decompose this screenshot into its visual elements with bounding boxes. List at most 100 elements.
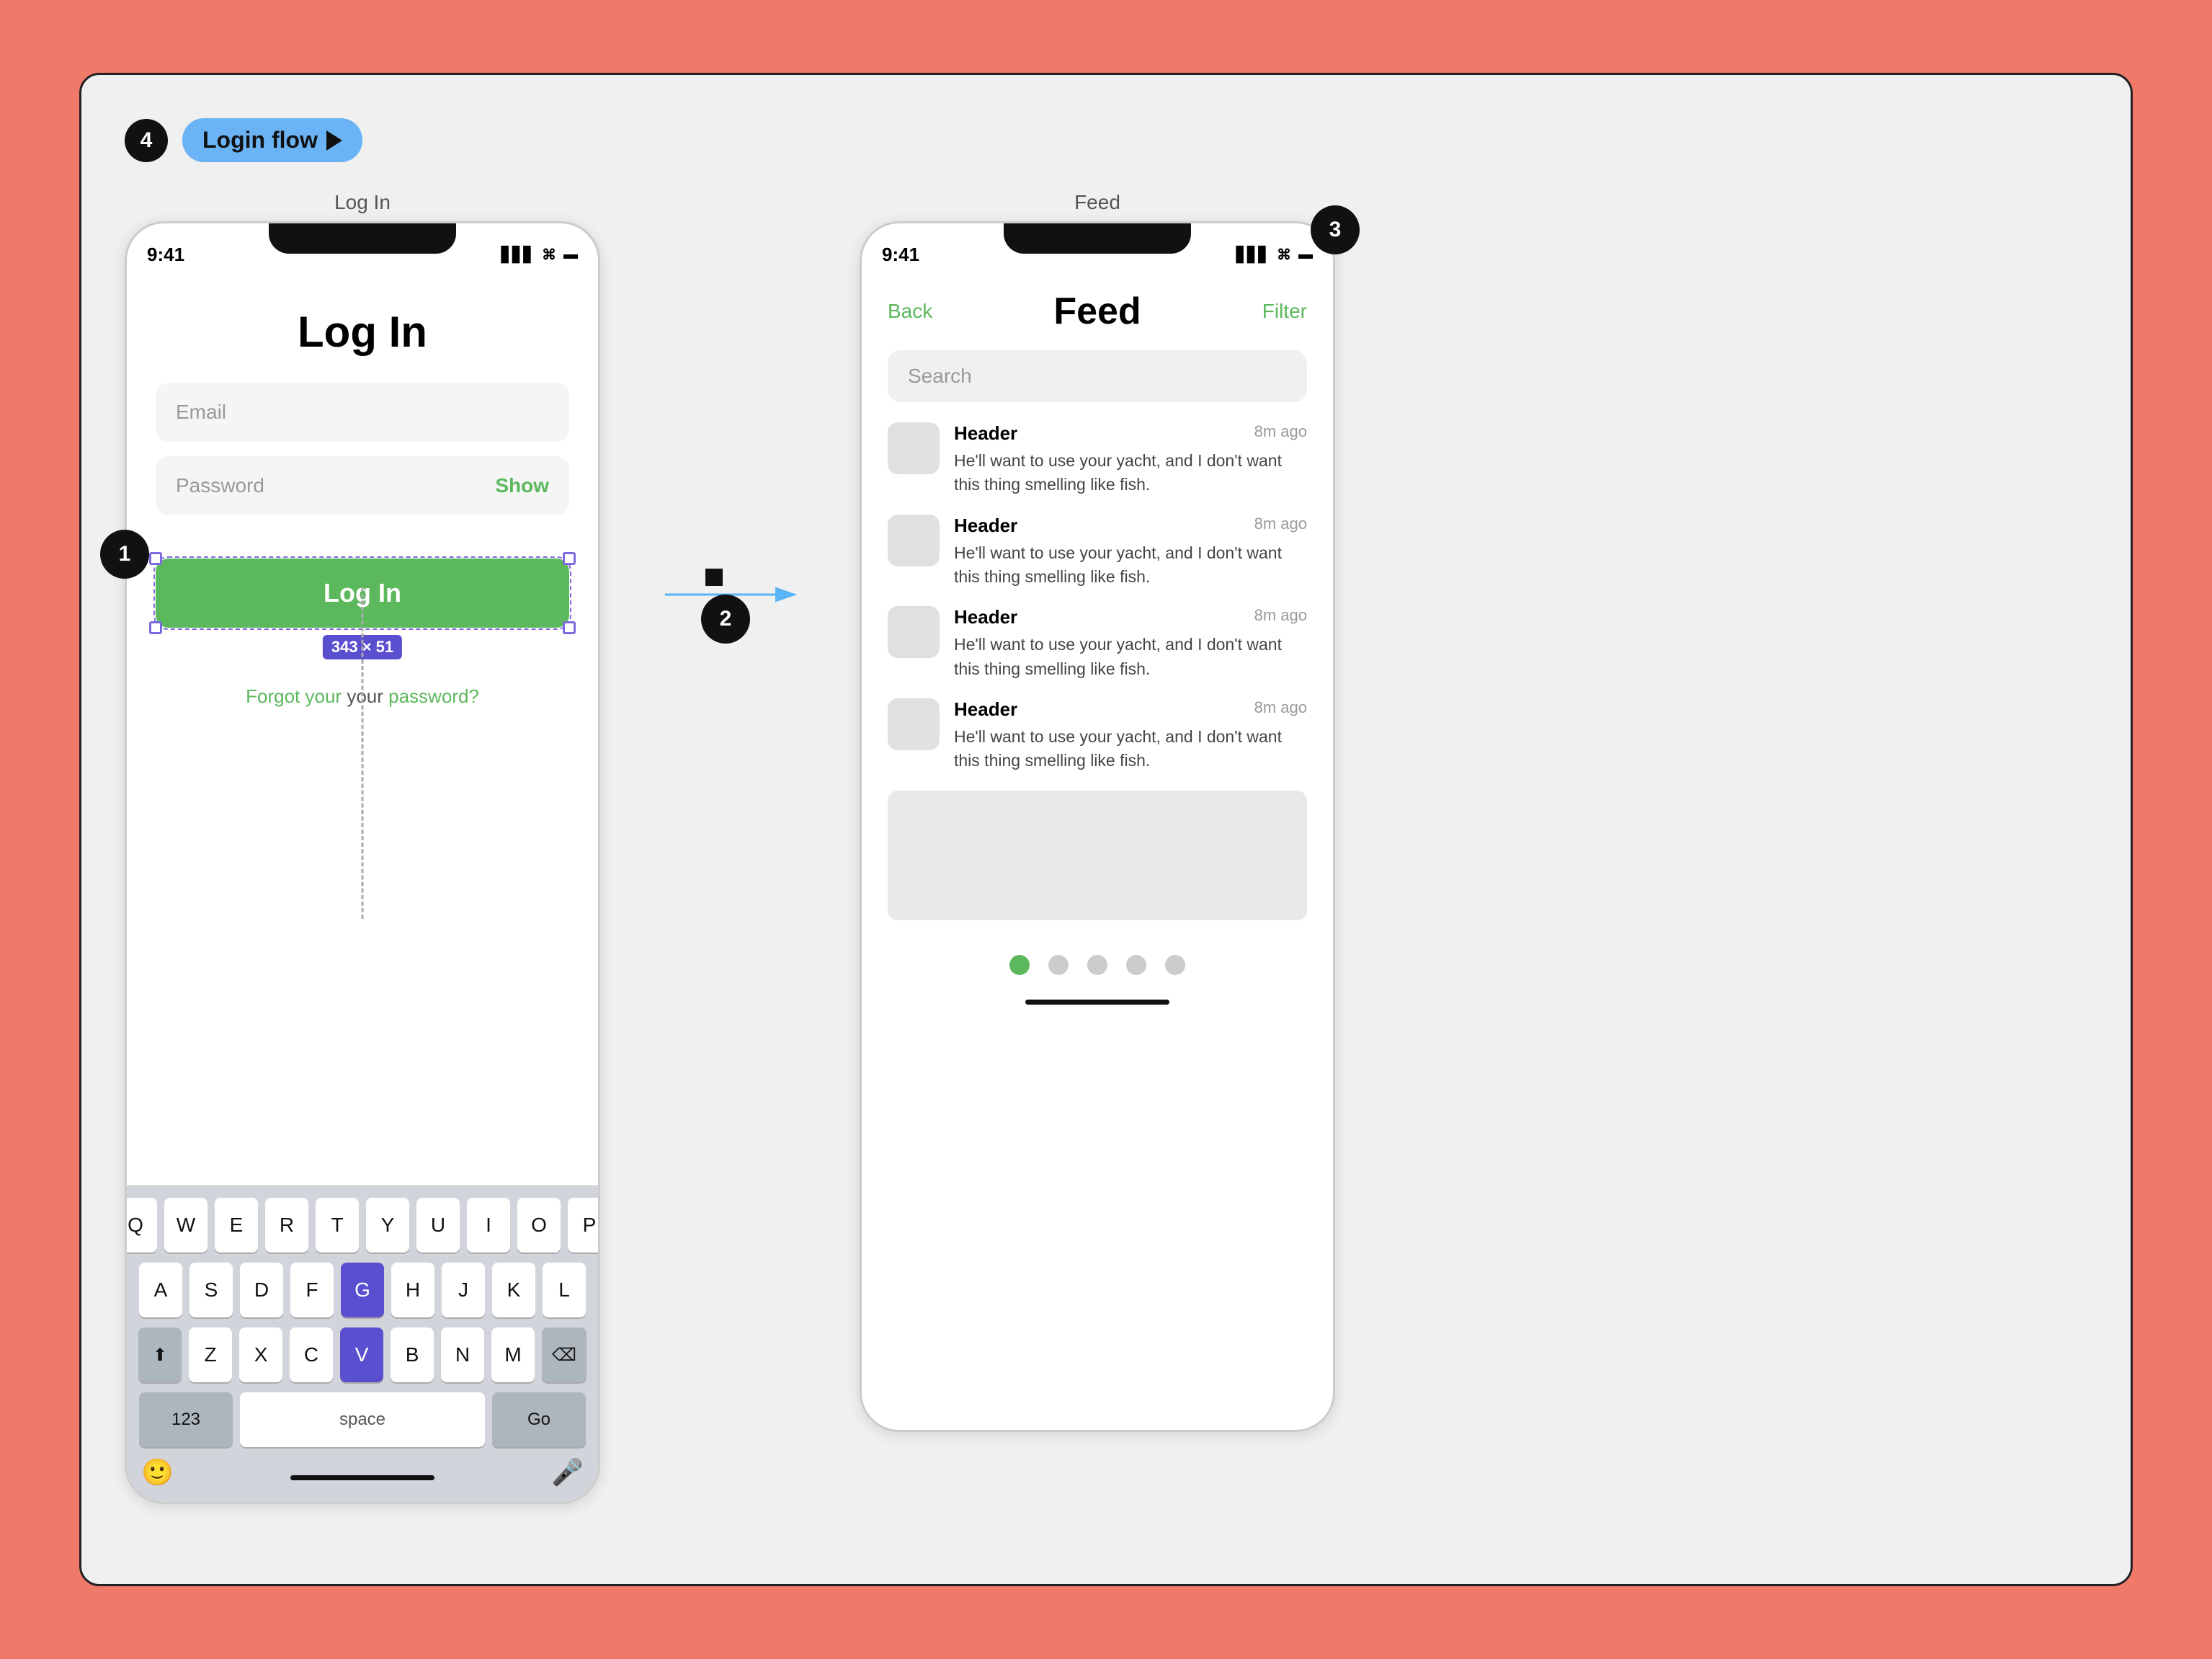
key-m[interactable]: M xyxy=(491,1327,535,1382)
top-bar: 4 Login flow xyxy=(125,118,2087,162)
dot-4[interactable] xyxy=(1126,955,1146,975)
key-123[interactable]: 123 xyxy=(139,1392,233,1447)
feed-phone: 9:41 ▋▋▋ ⌘ ▬ Back Feed Filter xyxy=(860,221,1335,1432)
feed-nav: Back Feed Filter xyxy=(888,290,1307,333)
key-p[interactable]: P xyxy=(568,1198,600,1253)
home-indicator xyxy=(290,1475,434,1480)
badge-1: 1 xyxy=(100,530,149,579)
login-phone-label: Log In xyxy=(125,191,600,214)
wifi-icon-feed: ⌘ xyxy=(1277,246,1291,264)
avatar xyxy=(888,422,940,474)
feed-placeholder xyxy=(888,791,1307,920)
login-phone: 9:41 ▋▋▋ ⌘ ▬ Log In Email xyxy=(125,221,600,1504)
key-o[interactable]: O xyxy=(517,1198,561,1253)
feed-header-row: Header 8m ago xyxy=(954,606,1307,628)
key-b[interactable]: B xyxy=(391,1327,434,1382)
feed-item-body: He'll want to use your yacht, and I don'… xyxy=(954,633,1307,681)
status-icons-feed: ▋▋▋ ⌘ ▬ xyxy=(1236,246,1313,264)
status-icons-login: ▋▋▋ ⌘ ▬ xyxy=(501,246,578,264)
key-e[interactable]: E xyxy=(215,1198,258,1253)
emoji-icon[interactable]: 🙂 xyxy=(141,1457,174,1487)
key-z[interactable]: Z xyxy=(189,1327,232,1382)
play-icon[interactable] xyxy=(326,130,342,151)
feed-item-title: Header xyxy=(954,606,1017,628)
key-d[interactable]: D xyxy=(240,1263,283,1317)
key-shift[interactable]: ⬆ xyxy=(138,1327,182,1382)
key-y[interactable]: Y xyxy=(366,1198,409,1253)
feed-item-time: 8m ago xyxy=(1254,422,1307,445)
key-delete[interactable]: ⌫ xyxy=(542,1327,587,1382)
feed-item-text: Header 8m ago He'll want to use your yac… xyxy=(954,422,1307,497)
phone-notch xyxy=(269,223,456,254)
key-l[interactable]: L xyxy=(543,1263,586,1317)
canvas: 4 Login flow Log In 1 9:41 ▋▋▋ ⌘ ▬ xyxy=(79,73,2133,1586)
avatar xyxy=(888,606,940,658)
key-s[interactable]: S xyxy=(189,1263,233,1317)
key-n[interactable]: N xyxy=(441,1327,484,1382)
login-title: Log In xyxy=(156,307,569,357)
feed-item-body: He'll want to use your yacht, and I don'… xyxy=(954,449,1307,497)
key-space[interactable]: space xyxy=(240,1392,485,1447)
dotted-line xyxy=(362,587,364,919)
key-v[interactable]: V xyxy=(340,1327,383,1382)
key-k[interactable]: K xyxy=(492,1263,535,1317)
dot-2[interactable] xyxy=(1048,955,1069,975)
key-r[interactable]: R xyxy=(265,1198,308,1253)
password-placeholder: Password xyxy=(176,474,264,497)
dot-5[interactable] xyxy=(1165,955,1185,975)
handle-bl xyxy=(149,621,162,634)
key-h[interactable]: H xyxy=(391,1263,434,1317)
avatar xyxy=(888,515,940,566)
key-x[interactable]: X xyxy=(239,1327,282,1382)
email-field[interactable]: Email xyxy=(156,383,569,442)
microphone-icon[interactable]: 🎤 xyxy=(551,1457,584,1487)
phones-area: Log In 1 9:41 ▋▋▋ ⌘ ▬ Log In xyxy=(125,191,2087,1504)
key-i[interactable]: I xyxy=(467,1198,510,1253)
list-item: Header 8m ago He'll want to use your yac… xyxy=(888,606,1307,681)
feed-item-time: 8m ago xyxy=(1254,515,1307,537)
feed-item-title: Header xyxy=(954,698,1017,721)
show-password-button[interactable]: Show xyxy=(495,474,549,497)
kb-row-3: ⬆ Z X C V B N M ⌫ xyxy=(134,1327,591,1382)
forgot-text: Forgot your xyxy=(246,685,347,707)
handle-tr xyxy=(563,552,576,565)
key-go[interactable]: Go xyxy=(492,1392,586,1447)
key-j[interactable]: J xyxy=(442,1263,485,1317)
dot-3[interactable] xyxy=(1087,955,1107,975)
feed-phone-label: Feed xyxy=(860,191,1335,214)
feed-phone-wrapper: Feed 3 9:41 ▋▋▋ ⌘ ▬ xyxy=(860,191,1335,1432)
key-f[interactable]: F xyxy=(290,1263,334,1317)
search-bar[interactable]: Search xyxy=(888,350,1307,402)
key-g[interactable]: G xyxy=(341,1263,384,1317)
feed-item-text: Header 8m ago He'll want to use your yac… xyxy=(954,698,1307,773)
flow-badge[interactable]: Login flow xyxy=(182,118,362,162)
email-placeholder: Email xyxy=(176,401,226,424)
dot-1[interactable] xyxy=(1009,955,1030,975)
badge-2: 2 xyxy=(701,595,750,644)
signal-icon-feed: ▋▋▋ xyxy=(1236,246,1270,264)
key-q[interactable]: Q xyxy=(125,1198,157,1253)
password-field[interactable]: Password Show xyxy=(156,456,569,515)
feed-content: Back Feed Filter Search Header xyxy=(862,275,1333,1005)
feed-item-time: 8m ago xyxy=(1254,606,1307,628)
pagination-dots xyxy=(888,940,1307,989)
key-a[interactable]: A xyxy=(139,1263,182,1317)
feed-item-text: Header 8m ago He'll want to use your yac… xyxy=(954,515,1307,590)
kb-row-1: Q W E R T Y U I O P xyxy=(134,1198,591,1253)
login-phone-wrapper: Log In 1 9:41 ▋▋▋ ⌘ ▬ Log In xyxy=(125,191,600,1504)
forgot-password-link[interactable]: password? xyxy=(388,685,479,707)
back-button[interactable]: Back xyxy=(888,300,932,323)
signal-icon: ▋▋▋ xyxy=(501,246,535,264)
key-w[interactable]: W xyxy=(164,1198,208,1253)
search-placeholder: Search xyxy=(908,365,972,388)
filter-button[interactable]: Filter xyxy=(1262,300,1307,323)
status-time-login: 9:41 xyxy=(147,244,184,266)
key-u[interactable]: U xyxy=(416,1198,460,1253)
kb-bottom-row: 🙂 🎤 xyxy=(134,1457,591,1487)
key-c[interactable]: C xyxy=(290,1327,333,1382)
list-item: Header 8m ago He'll want to use your yac… xyxy=(888,515,1307,590)
list-item: Header 8m ago He'll want to use your yac… xyxy=(888,422,1307,497)
key-t[interactable]: T xyxy=(316,1198,359,1253)
feed-title: Feed xyxy=(1053,290,1141,333)
avatar xyxy=(888,698,940,750)
